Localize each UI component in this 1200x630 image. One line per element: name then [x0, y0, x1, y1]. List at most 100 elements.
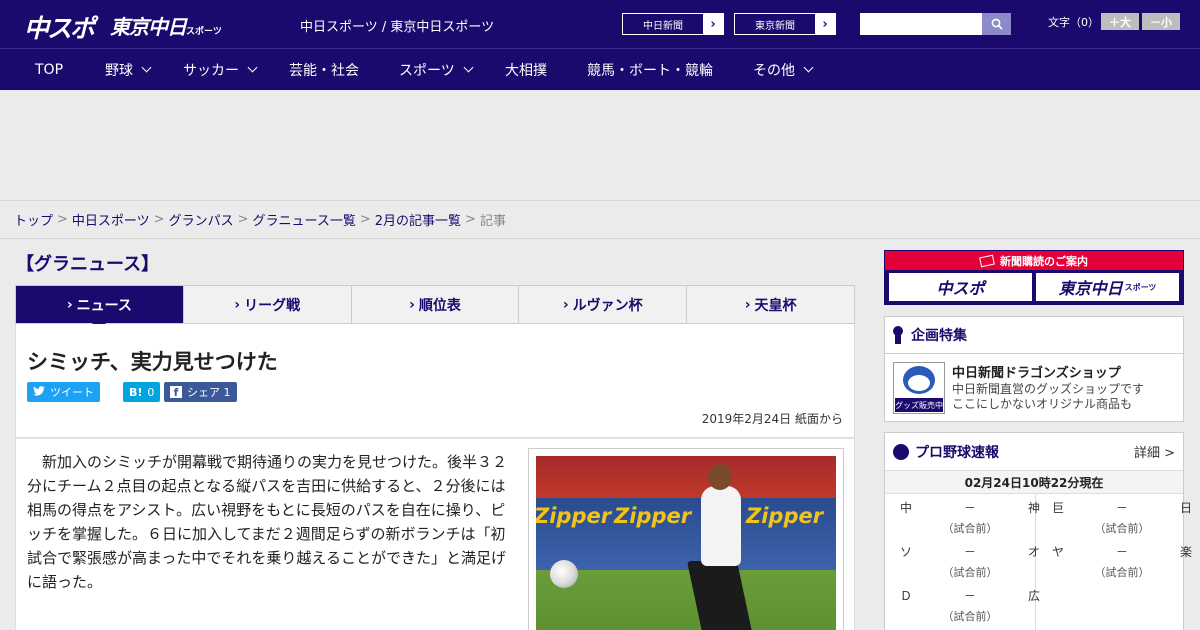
breadcrumb-link-news-list[interactable]: グラニュース一覧	[253, 210, 356, 229]
feature-box: 企画特集 グッズ販売中 中日新聞ドラゴンズショップ 中日新聞直営のグッズショップ…	[884, 316, 1184, 422]
nav-item-sports[interactable]: スポーツ	[399, 49, 474, 90]
search-icon	[991, 18, 1003, 30]
mascot-icon	[908, 375, 930, 391]
nav-item-baseball[interactable]: 野球	[105, 49, 152, 90]
subscription-logos: 中スポ 東京中日 スポーツ	[885, 270, 1183, 304]
photo-ad-text: Zipper	[746, 504, 824, 528]
nav-item-entertainment[interactable]: 芸能・社会	[289, 49, 359, 90]
away-team: 神	[1027, 500, 1040, 515]
breadcrumb-separator: >	[237, 212, 249, 227]
tab-standings[interactable]: › 順位表	[352, 286, 520, 323]
baseball-scores-box: プロ野球速報 詳細 > 02月24日10時22分現在 中 － 神 （試合前） 巨 － 日…	[884, 432, 1192, 630]
breadcrumb-separator: >	[153, 212, 165, 227]
game-item[interactable]: 中 － 神 （試合前）	[900, 496, 1040, 540]
away-team: 広	[1027, 588, 1040, 603]
font-smaller-button[interactable]: －小	[1142, 13, 1180, 30]
score-dash: －	[963, 500, 976, 515]
facebook-count: 1	[223, 385, 231, 399]
feature-desc-line: ここにしかないオリジナル商品も	[952, 397, 1133, 411]
chuspo-logo[interactable]: 中スポ	[24, 9, 95, 45]
tab-news[interactable]: › ニュース	[16, 286, 184, 330]
chevron-down-icon	[247, 62, 258, 73]
hatena-bookmark-button[interactable]: B! 0	[123, 382, 161, 402]
font-larger-button[interactable]: ＋大	[1101, 13, 1139, 30]
subscribe-chuspo-logo[interactable]: 中スポ	[889, 273, 1032, 301]
games-grid: 中－神 （試合前） 巨－日 （試合前） ソ－オ （試合前） ヤ－楽 （試合前） …	[885, 494, 1192, 630]
chunichi-shimbun-link[interactable]: 中日新聞 ›	[622, 13, 724, 35]
nav-item-top[interactable]: TOP	[35, 49, 63, 90]
ticket-icon	[979, 254, 995, 267]
chevron-down-icon	[463, 62, 474, 73]
article-headline: シミッチ、実力見せつけた	[27, 350, 278, 374]
away-team: 楽	[1179, 544, 1192, 559]
breadcrumb-link-month-list[interactable]: 2月の記事一覧	[375, 210, 461, 229]
subscription-title-bar: 新聞購読のご案内	[885, 251, 1183, 270]
game-teams: 巨 － 日	[1052, 496, 1192, 518]
nav-item-sumo[interactable]: 大相撲	[505, 49, 547, 90]
feature-desc-line: 中日新聞直営のグッズショップです	[952, 382, 1145, 396]
away-team: オ	[1027, 544, 1040, 559]
chevron-down-icon	[803, 62, 814, 73]
player-figure	[708, 464, 732, 490]
nav-label: その他	[753, 62, 795, 79]
game-item[interactable]: 巨 － 日 （試合前）	[1052, 496, 1192, 540]
breadcrumb-link-grampus[interactable]: グランパス	[169, 210, 234, 229]
home-team: ヤ	[1052, 544, 1065, 559]
score-dash: －	[963, 588, 976, 603]
chevron-right-icon: ›	[562, 296, 569, 313]
nav-label: サッカー	[183, 62, 239, 79]
score-dash: －	[963, 544, 976, 559]
nav-label: 競馬・ボート・競輪	[587, 62, 713, 79]
feature-heading-text: 企画特集	[911, 328, 967, 344]
home-team: 巨	[1052, 500, 1065, 515]
game-status: （試合前）	[1094, 522, 1150, 535]
game-status: （試合前）	[942, 566, 998, 579]
tokyo-chunichi-logo[interactable]: 東京中日スポーツ	[110, 11, 222, 40]
tweet-button[interactable]: ツイート	[27, 382, 100, 402]
article-text: 新加入のシミッチが開幕戦で期待通りの実力を見せつけた。後半３２分にチーム２点目の…	[27, 453, 508, 591]
chevron-right-icon: ›	[744, 296, 751, 313]
feature-heading: 企画特集	[885, 317, 1183, 354]
tokyo-shimbun-link[interactable]: 東京新聞 ›	[734, 13, 836, 35]
chevron-right-icon: ›	[66, 296, 73, 313]
nav-label: 野球	[105, 62, 133, 79]
breadcrumb-link-top[interactable]: トップ	[14, 210, 53, 229]
site-title: 中日スポーツ / 東京中日スポーツ	[300, 20, 495, 35]
tab-label: 順位表	[418, 297, 461, 314]
nav-item-soccer[interactable]: サッカー	[183, 49, 258, 90]
search-input[interactable]	[860, 13, 982, 35]
game-item[interactable]: ソ － オ （試合前）	[900, 540, 1040, 584]
nav-item-other[interactable]: その他	[753, 49, 814, 90]
article-photo-frame[interactable]: Zipper Zipper Zipper	[528, 448, 844, 630]
subscribe-tokyo-logo[interactable]: 東京中日 スポーツ	[1036, 273, 1179, 301]
score-dash: －	[1115, 500, 1128, 515]
game-item[interactable]: Ｄ － 広 （試合前）	[900, 584, 1040, 628]
game-status: （試合前）	[942, 522, 998, 535]
search-button[interactable]	[982, 13, 1011, 35]
tab-levain-cup[interactable]: › ルヴァン杯	[519, 286, 688, 323]
nav-label: TOP	[35, 61, 64, 78]
nav-label: スポーツ	[399, 62, 455, 79]
chevron-right-icon: ›	[822, 16, 828, 32]
dragons-shop-thumbnail[interactable]: グッズ販売中	[893, 362, 945, 414]
breadcrumb-separator: >	[57, 212, 68, 227]
feature-title-link[interactable]: 中日新聞ドラゴンズショップ	[952, 362, 1121, 381]
hatena-icon: B!	[129, 385, 143, 399]
main-nav: TOP 野球 サッカー 芸能・社会 スポーツ 大相撲 競馬・ボート・競輪 その他	[0, 48, 1200, 90]
category-tabs: › ニュース › リーグ戦 › 順位表 › ルヴァン杯 › 天皇杯	[15, 285, 855, 330]
scores-details-link[interactable]: 詳細 >	[1134, 442, 1175, 461]
facebook-share-button[interactable]: f シェア 1	[164, 382, 237, 402]
home-team: 中	[900, 500, 913, 515]
breadcrumb-link-chunichi-sports[interactable]: 中日スポーツ	[72, 210, 150, 229]
tab-emperors-cup[interactable]: › 天皇杯	[687, 286, 854, 323]
tab-league[interactable]: › リーグ戦	[184, 286, 352, 323]
tab-label: 天皇杯	[754, 297, 797, 314]
game-item[interactable]: ヤ － 楽 （試合前）	[1052, 540, 1192, 584]
game-teams: ヤ － 楽	[1052, 540, 1192, 562]
article-photo: Zipper Zipper Zipper	[536, 456, 836, 630]
article-date: 2019年2月24日 紙面から	[701, 412, 843, 426]
thumb-label: グッズ販売中	[895, 398, 943, 412]
tab-label: ニュース	[76, 297, 132, 314]
subscription-banner[interactable]: 新聞購読のご案内 中スポ 東京中日 スポーツ	[884, 250, 1184, 305]
nav-item-racing[interactable]: 競馬・ボート・競輪	[587, 49, 713, 90]
